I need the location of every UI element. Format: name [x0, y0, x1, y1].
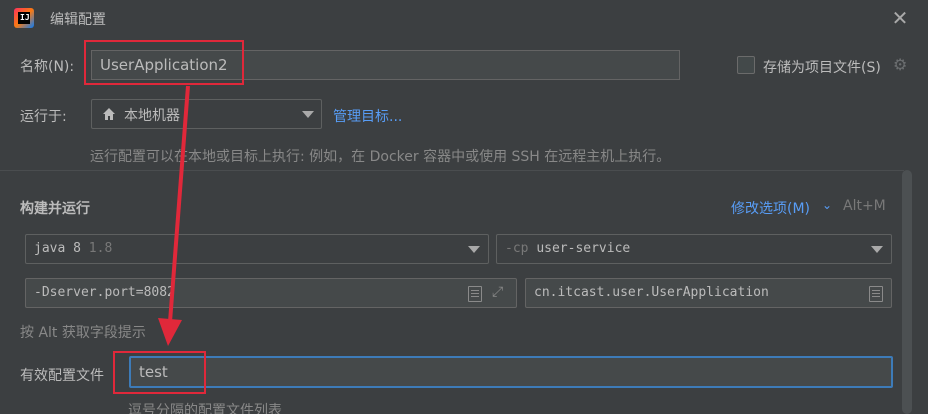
run-on-label: 运行于: — [20, 109, 67, 125]
jdk-select-text: java 8 1.8 — [34, 241, 112, 256]
close-icon[interactable]: ✕ — [888, 6, 912, 30]
classpath-module: user-service — [536, 241, 631, 256]
jdk-select[interactable]: java 8 1.8 — [25, 234, 489, 264]
window-title: 编辑配置 — [50, 12, 106, 28]
jdk-version: 1.8 — [88, 241, 113, 256]
gear-icon[interactable]: ⚙ — [893, 55, 907, 74]
main-class-field[interactable]: cn.itcast.user.UserApplication — [525, 278, 892, 308]
document-icon[interactable] — [468, 286, 482, 302]
app-logo-mark: IJ — [20, 13, 30, 22]
run-on-hint: 运行配置可以在本地或目标上执行: 例如，在 Docker 容器中或使用 SSH … — [90, 149, 671, 165]
app-logo-icon: IJ — [14, 8, 34, 28]
classpath-text: -cp user-service — [505, 241, 630, 256]
chevron-down-icon[interactable]: ⌄ — [822, 198, 832, 212]
active-profiles-label: 有效配置文件 — [20, 368, 104, 384]
classpath-flag: -cp — [505, 241, 529, 256]
modify-options-link[interactable]: 修改选项(M) — [731, 198, 810, 218]
chevron-down-icon — [871, 246, 883, 253]
manage-targets-link[interactable]: 管理目标... — [333, 106, 402, 126]
document-icon[interactable] — [869, 286, 883, 302]
jdk-name: java 8 — [34, 241, 81, 256]
name-label: 名称(N): — [20, 59, 75, 75]
vm-options-value: -Dserver.port=8082 — [34, 285, 175, 300]
store-as-file-label[interactable]: 存储为项目文件(S) — [763, 57, 881, 77]
modify-options-shortcut: Alt+M — [843, 198, 886, 214]
active-profiles-hint: 逗号分隔的配置文件列表 — [128, 403, 282, 414]
annotation-highlight-box — [113, 351, 206, 394]
build-and-run-title: 构建并运行 — [20, 201, 90, 217]
title-bar — [0, 0, 928, 36]
classpath-module-select[interactable]: -cp user-service — [496, 234, 892, 264]
run-on-select[interactable]: 本地机器 — [91, 99, 322, 129]
chevron-down-icon — [302, 111, 314, 118]
chevron-down-icon — [468, 246, 480, 253]
vm-options-field[interactable]: -Dserver.port=8082 ⤢ — [25, 278, 517, 308]
section-divider — [0, 170, 904, 171]
annotation-highlight-box — [84, 40, 244, 85]
store-as-file-checkbox[interactable] — [737, 56, 755, 74]
alt-field-hint: 按 Alt 获取字段提示 — [20, 325, 146, 341]
run-on-value: 本地机器 — [124, 108, 180, 124]
home-icon — [103, 108, 115, 120]
active-profiles-input[interactable]: test — [129, 356, 893, 388]
main-class-value: cn.itcast.user.UserApplication — [534, 285, 769, 300]
expand-icon[interactable]: ⤢ — [492, 284, 503, 300]
vertical-scrollbar[interactable] — [902, 170, 912, 414]
